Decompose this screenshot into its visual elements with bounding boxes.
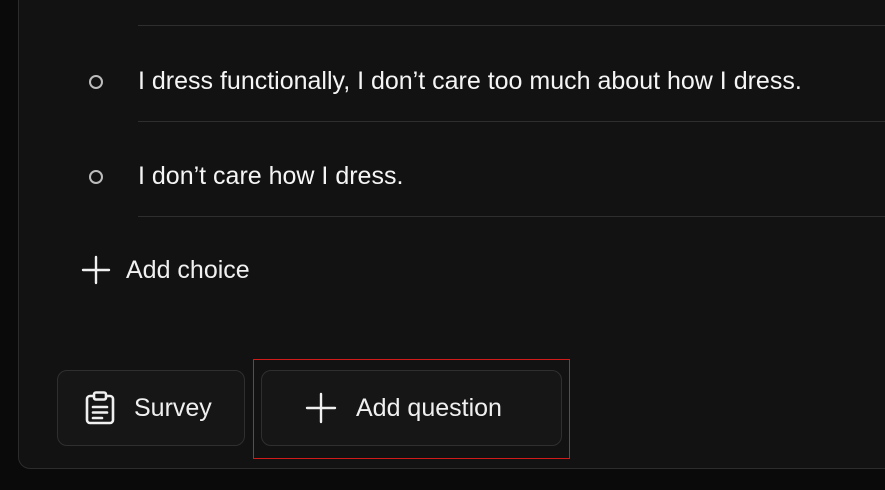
choice-divider <box>138 121 885 122</box>
choice-row[interactable]: I don’t care how I dress. <box>0 157 885 197</box>
survey-button-label: Survey <box>134 393 212 422</box>
add-question-button-label: Add question <box>356 393 502 422</box>
radio-icon[interactable] <box>89 170 103 184</box>
choice-label[interactable]: I dress functionally, I don’t care too m… <box>138 66 802 96</box>
choice-label[interactable]: I don’t care how I dress. <box>138 161 403 191</box>
choice-row[interactable]: I dress functionally, I don’t care too m… <box>0 62 885 102</box>
plus-icon <box>304 391 338 425</box>
choice-divider <box>138 25 885 26</box>
radio-icon[interactable] <box>89 75 103 89</box>
add-choice-button[interactable]: Add choice <box>80 250 250 290</box>
add-question-button[interactable]: Add question <box>261 370 562 446</box>
add-choice-label: Add choice <box>126 255 250 284</box>
clipboard-icon <box>84 391 116 425</box>
choice-divider <box>138 216 885 217</box>
plus-icon <box>80 254 112 286</box>
survey-button[interactable]: Survey <box>57 370 245 446</box>
